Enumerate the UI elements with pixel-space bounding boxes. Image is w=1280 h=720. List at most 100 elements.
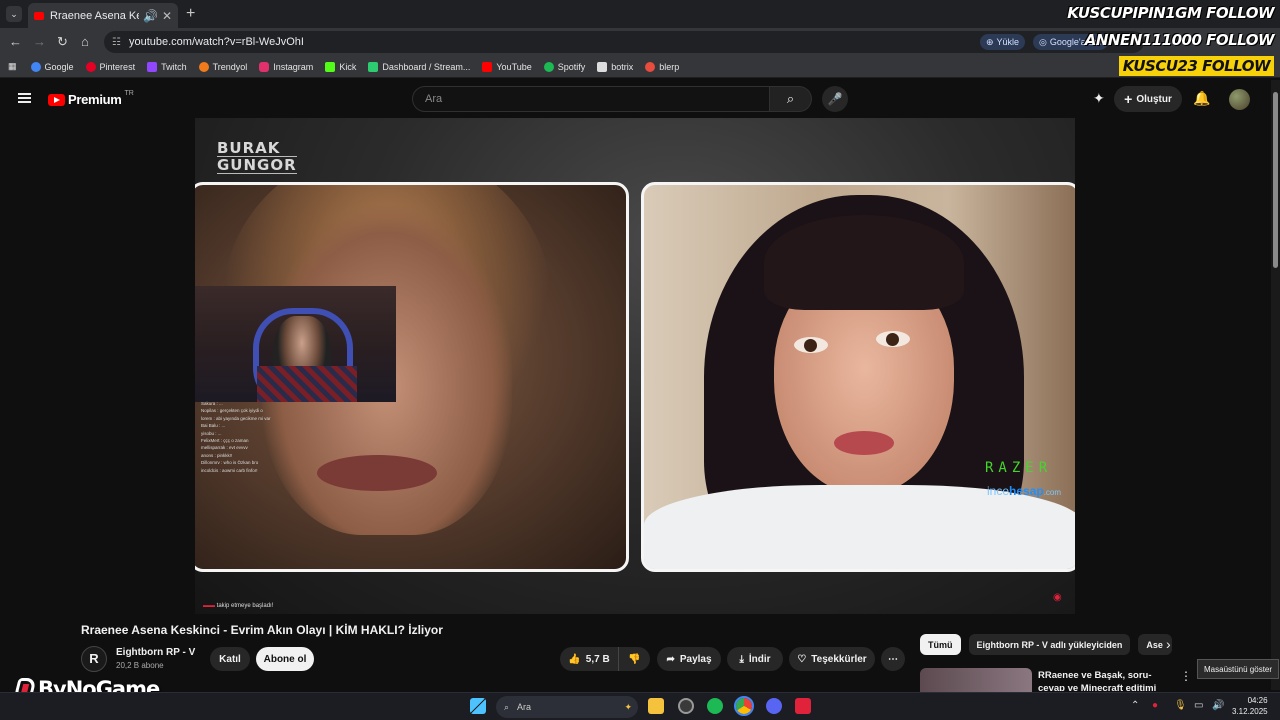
chat-line: anons : pinkkk!! xyxy=(201,452,233,458)
tab-search-menu-icon[interactable]: ⌄ xyxy=(6,6,22,22)
bookmark-botrix[interactable]: botrix xyxy=(597,61,633,72)
dislike-button[interactable]: 👎 xyxy=(618,647,650,671)
app-red-icon[interactable] xyxy=(795,698,811,714)
video-watermark: BURAK GUNGOR xyxy=(217,139,297,174)
alert-badge-icon: ◉ xyxy=(1053,592,1062,603)
bookmark-google[interactable]: Google xyxy=(30,61,74,72)
upload-icon: ⊕ xyxy=(986,36,994,47)
scrollbar-thumb[interactable] xyxy=(1273,92,1278,268)
clock-date: 3.12.2025 xyxy=(1232,707,1268,716)
download-icon: ⤓ xyxy=(739,653,744,665)
share-icon: ➦ xyxy=(666,653,675,665)
razer-sponsor-logo: RAZER xyxy=(985,460,1053,476)
chat-line: incoldcis : aowmi carb finfor! xyxy=(201,467,258,473)
home-icon[interactable]: ⌂ xyxy=(81,34,89,49)
browser-tab-active[interactable]: Rraenee Asena Keskinci - E 🔊 ✕ xyxy=(28,3,178,28)
like-count: 5,7 B xyxy=(585,653,610,665)
reload-icon[interactable]: ↻ xyxy=(57,34,68,50)
address-url: youtube.com/watch?v=rBl-WeJvOhI xyxy=(128,36,304,48)
spotify-taskbar-icon[interactable] xyxy=(707,698,723,714)
subscribe-button[interactable]: Abone ol xyxy=(256,647,314,671)
recommended-menu-icon[interactable]: ⋮ xyxy=(1180,669,1192,683)
like-button[interactable]: 👍 5,7 B xyxy=(560,647,618,671)
github-desktop-icon[interactable] xyxy=(678,698,694,714)
chat-line: yisobu : ... xyxy=(201,430,222,436)
kick-icon xyxy=(325,61,336,72)
voice-search-button[interactable]: 🎤 xyxy=(822,86,848,112)
bookmark-instagram[interactable]: Instagram xyxy=(259,61,313,72)
overlay-follow-banner-3: KUSCU23 FOLLOW xyxy=(1118,56,1274,76)
back-arrow-icon[interactable]: ← xyxy=(9,34,22,49)
bookmark-blerp[interactable]: blerp xyxy=(645,61,679,72)
clock-time: 04:26 xyxy=(1247,696,1268,705)
video-title: Rraenee Asena Keskinci - Evrim Akın Olay… xyxy=(81,623,443,637)
youtube-icon xyxy=(482,61,493,72)
system-clock[interactable]: 04:26 3.12.2025 xyxy=(1232,695,1268,717)
channel-avatar[interactable]: R xyxy=(81,646,107,672)
chat-line: Dillonmrv : who is Özkan bro xyxy=(201,460,259,466)
chrome-icon[interactable] xyxy=(734,696,754,716)
recommended-video-thumbnail[interactable] xyxy=(920,668,1032,692)
thanks-button[interactable]: ♡ Teşekkürler xyxy=(789,647,875,671)
create-button[interactable]: + Oluştur xyxy=(1114,86,1182,112)
tray-app-icon[interactable]: ● xyxy=(1152,700,1158,711)
bookmark-youtube[interactable]: YouTube xyxy=(482,61,532,72)
chat-line: Bai Balu : ... xyxy=(201,423,226,429)
windows-start-icon[interactable] xyxy=(470,698,486,714)
follow-alert: ▬▬ takip etmeye başladı! xyxy=(203,603,274,609)
tray-overflow-chevron-icon[interactable]: ⌃ xyxy=(1131,700,1139,711)
chip-all[interactable]: Tümü xyxy=(920,634,961,655)
twitch-icon xyxy=(147,61,158,72)
blerp-icon xyxy=(645,61,656,72)
notifications-bell-icon[interactable]: 🔔 xyxy=(1193,90,1210,107)
bookmark-spotify[interactable]: Spotify xyxy=(543,61,585,72)
new-tab-plus-icon[interactable]: + xyxy=(186,5,195,23)
forward-arrow-icon[interactable]: → xyxy=(33,34,46,49)
google-icon xyxy=(30,61,41,72)
tab-title: Rraenee Asena Keskinci - E xyxy=(50,9,139,22)
page-scrollbar[interactable] xyxy=(1271,80,1280,690)
chevron-right-icon[interactable]: › xyxy=(1166,636,1171,652)
discord-icon[interactable] xyxy=(766,698,782,714)
bookmark-kick[interactable]: Kick xyxy=(325,61,356,72)
recommended-video-title[interactable]: RRaenee ve Başak, soru-cevap ve Minecraf… xyxy=(1038,669,1173,691)
puzzle-extension-icon[interactable]: ✦ xyxy=(1093,90,1105,107)
file-explorer-icon[interactable] xyxy=(648,698,664,714)
chat-line: mellisparrak : evt evvvv xyxy=(201,445,248,451)
show-desktop-tooltip: Masaüstünü göster xyxy=(1197,659,1280,679)
share-button[interactable]: ➦ Paylaş xyxy=(657,647,721,671)
bookmark-twitch[interactable]: Twitch xyxy=(147,61,187,72)
overlay-follow-banner-2: ANNEN111000 FOLLOW xyxy=(1084,31,1275,49)
microphone-icon: 🎤 xyxy=(827,92,843,106)
bookmark-trendyol[interactable]: Trendyol xyxy=(198,61,247,72)
join-button[interactable]: Katıl xyxy=(210,647,250,671)
tab-close-icon[interactable]: ✕ xyxy=(162,9,172,23)
chip-from-uploader[interactable]: Eightborn RP - V adlı yükleyiciden xyxy=(968,634,1131,655)
upload-button[interactable]: ⊕ Yükle xyxy=(980,34,1026,50)
tray-microphone-icon[interactable]: 🎙 xyxy=(1174,700,1187,711)
stream-chat-overlay: Sakura : ... Nopilas : gerçekten çok iyi… xyxy=(201,400,321,474)
search-icon: ⌕ xyxy=(786,91,795,106)
taskbar-search[interactable]: ⌕ Ara ✦ xyxy=(496,696,638,718)
bookmark-pinterest[interactable]: Pinterest xyxy=(85,61,135,72)
video-panel-right xyxy=(641,182,1075,572)
network-icon[interactable]: ▭ xyxy=(1194,700,1203,711)
youtube-premium-logo[interactable]: Premium TR xyxy=(48,90,134,107)
instagram-icon xyxy=(259,61,270,72)
menu-hamburger-icon[interactable] xyxy=(18,93,31,103)
search-icon: ⌕ xyxy=(504,701,510,712)
avatar[interactable] xyxy=(1229,89,1250,110)
download-button[interactable]: ⤓ İndir xyxy=(727,647,783,671)
site-info-icon[interactable]: ☷ xyxy=(112,37,121,48)
channel-name[interactable]: Eightborn RP - V xyxy=(116,647,195,658)
volume-icon[interactable]: 🔊 xyxy=(1212,700,1224,711)
spotify-icon xyxy=(543,61,554,72)
windows-taskbar: ⌕ Ara ✦ ⌃ ● 🎙 ▭ 🔊 04:26 3.12.2025 xyxy=(0,692,1280,720)
bookmark-dashboard[interactable]: Dashboard / Stream... xyxy=(368,61,470,72)
copilot-sparkle-icon: ✦ xyxy=(624,701,632,712)
search-input[interactable]: Ara xyxy=(412,86,770,112)
video-player[interactable]: BURAK GUNGOR RAZER incehesap.com Sakura … xyxy=(195,118,1075,614)
apps-grid-icon[interactable]: ▦ xyxy=(8,61,17,72)
more-actions-button[interactable]: ⋯ xyxy=(881,647,905,671)
search-button[interactable]: ⌕ xyxy=(770,86,812,112)
